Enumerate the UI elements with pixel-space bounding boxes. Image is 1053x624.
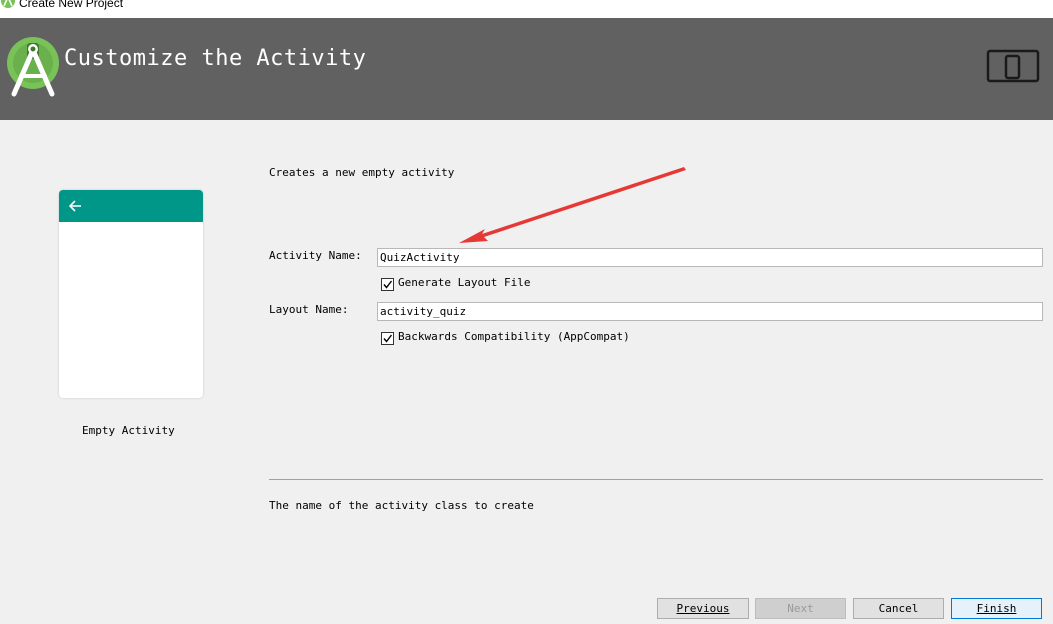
preview-label: Empty Activity xyxy=(82,424,175,437)
divider xyxy=(269,479,1043,480)
back-arrow-icon xyxy=(68,200,81,212)
activity-name-label: Activity Name: xyxy=(269,249,362,262)
activity-description: Creates a new empty activity xyxy=(269,166,455,179)
generate-layout-label[interactable]: Generate Layout File xyxy=(398,276,530,289)
next-button[interactable]: Next xyxy=(755,598,846,619)
generate-layout-checkbox[interactable] xyxy=(381,278,394,291)
finish-button[interactable]: Finish xyxy=(951,598,1042,619)
checkmark-icon xyxy=(383,334,393,343)
preview-app-bar xyxy=(59,190,203,222)
window-title: Create New Project xyxy=(19,0,124,10)
activity-name-input[interactable]: QuizActivity xyxy=(377,248,1043,267)
wizard-header: Customize the Activity xyxy=(0,18,1053,120)
device-form-factor-icon xyxy=(986,48,1040,87)
android-studio-logo-icon xyxy=(4,36,62,101)
backwards-compat-checkbox[interactable] xyxy=(381,332,394,345)
activity-preview-card xyxy=(59,190,203,398)
page-title: Customize the Activity xyxy=(64,46,367,71)
backwards-compat-label[interactable]: Backwards Compatibility (AppCompat) xyxy=(398,330,630,343)
layout-name-label: Layout Name: xyxy=(269,303,349,316)
field-help-text: The name of the activity class to create xyxy=(269,499,534,512)
cancel-button[interactable]: Cancel xyxy=(853,598,944,619)
android-studio-icon xyxy=(0,0,16,12)
checkmark-icon xyxy=(383,280,393,289)
layout-name-input[interactable]: activity_quiz xyxy=(377,302,1043,321)
previous-button[interactable]: Previous xyxy=(657,598,749,619)
window-titlebar: Create New Project xyxy=(0,0,1053,18)
